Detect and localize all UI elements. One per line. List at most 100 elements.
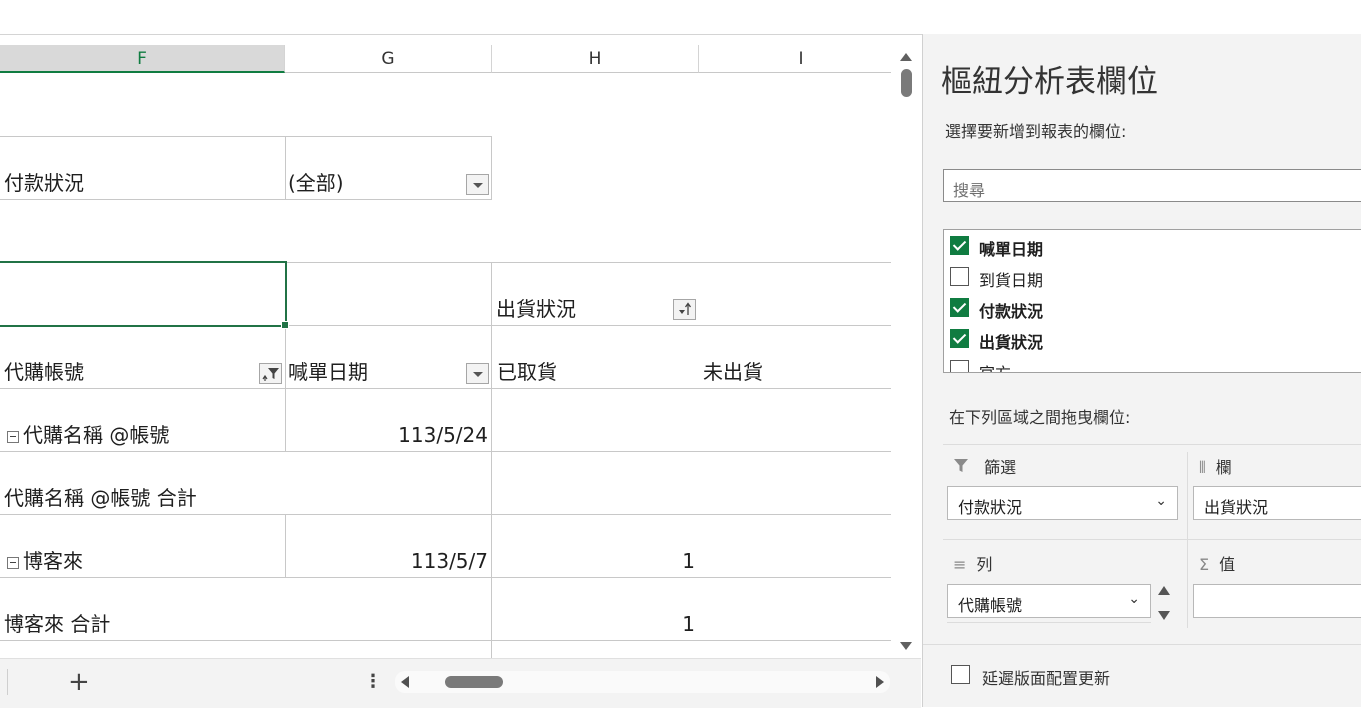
pivot-field-pane: 樞紐分析表欄位 ⌄ 選擇要新增到報表的欄位: 搜尋 喊單日期 到貨日期 付款狀況… (922, 34, 1361, 707)
field-label: 官方 (979, 360, 1011, 372)
filter-icon (262, 368, 279, 381)
subtotal-label: 代購名稱 @帳號 合計 (4, 486, 197, 510)
rows-area-label: 列 (976, 555, 993, 574)
search-placeholder: 搜尋 (953, 181, 986, 200)
table-row-date[interactable]: 113/5/24 (285, 388, 492, 451)
scroll-right-arrow-icon[interactable] (876, 676, 884, 688)
divider (923, 644, 1361, 645)
sort-filter-button[interactable] (673, 299, 696, 320)
table-row-label[interactable]: 代購名稱 @帳號 (0, 388, 285, 451)
row-value: 1 (682, 549, 695, 573)
row-field-cell[interactable]: 代購帳號 (0, 325, 285, 388)
defer-checkbox[interactable] (951, 665, 970, 684)
active-cell[interactable] (0, 261, 287, 327)
date-field-cell[interactable]: 喊單日期 (285, 325, 492, 388)
date-dropdown-button[interactable] (466, 363, 489, 384)
column-header-h[interactable]: H (492, 45, 699, 73)
row-value: 1 (682, 612, 695, 636)
sheet-tab-bar: + ⋮ (0, 658, 921, 708)
area-scroll-down-icon[interactable] (1158, 611, 1170, 620)
filter-label-cell[interactable]: 付款狀況 (0, 136, 285, 199)
gridline (0, 199, 492, 200)
ribbon-area (0, 0, 1361, 35)
add-sheet-button[interactable]: + (68, 667, 90, 697)
rows-area-header: ≡ 列 (953, 551, 992, 575)
field-list[interactable]: 喊單日期 到貨日期 付款狀況 出貨狀況 官方 (943, 229, 1361, 373)
chevron-down-icon (473, 372, 483, 377)
values-area-field[interactable] (1193, 584, 1361, 618)
field-label: 出貨狀況 (979, 333, 1044, 352)
more-options-icon[interactable]: ⋮ (364, 671, 382, 692)
collapse-icon[interactable] (7, 431, 19, 443)
scroll-down-arrow-icon[interactable] (900, 642, 912, 650)
scroll-left-arrow-icon[interactable] (401, 676, 409, 688)
filter-value-cell[interactable]: (全部) (285, 136, 492, 199)
filters-field-value: 付款狀況 (958, 498, 1023, 517)
table-row-subtotal[interactable]: 博客來 合計 (0, 577, 491, 640)
col-value-label: 未出貨 (703, 360, 763, 384)
scroll-up-arrow-icon[interactable] (900, 53, 912, 61)
divider (943, 444, 1361, 445)
col-value-cell-picked[interactable]: 已取貨 (492, 325, 699, 388)
date-field-label: 喊單日期 (288, 360, 368, 384)
column-header-i[interactable]: I (699, 45, 891, 73)
subtotal-label: 博客來 合計 (4, 612, 111, 636)
collapse-icon[interactable] (7, 557, 19, 569)
rows-area-field[interactable]: 代購帳號 ⌄ (947, 584, 1151, 618)
col-value-cell-pending[interactable]: 未出貨 (699, 325, 891, 388)
area-scroll-up-icon[interactable] (1158, 586, 1170, 595)
columns-area-field[interactable]: 出貨狀況 (1193, 486, 1361, 520)
columns-field-value: 出貨狀況 (1204, 498, 1269, 517)
row-field-label: 代購帳號 (4, 360, 84, 384)
field-search-input[interactable]: 搜尋 (943, 169, 1361, 202)
drag-hint: 在下列區域之間拖曳欄位: (949, 408, 1131, 427)
checkbox-unchecked[interactable] (950, 360, 969, 372)
columns-area-label: 欄 (1215, 458, 1232, 477)
field-label: 到貨日期 (979, 271, 1044, 290)
divider (7, 669, 8, 695)
vertical-scrollbar[interactable] (891, 45, 921, 658)
filters-area-field[interactable]: 付款狀況 ⌄ (947, 486, 1178, 520)
checkbox-checked[interactable] (950, 298, 969, 317)
spreadsheet-grid: F G H I 付款狀況 (全部) 出貨狀況 代購帳號 喊單日期 已取貨 未出貨… (0, 45, 891, 658)
column-header-g[interactable]: G (285, 45, 492, 73)
filters-area-label: 篩選 (984, 458, 1017, 477)
values-area-header: Σ值 (1199, 551, 1235, 575)
pane-options-chevron-icon[interactable]: ⌄ (1357, 66, 1361, 90)
scrollbar-thumb[interactable] (901, 69, 912, 97)
field-label: 付款狀況 (979, 302, 1044, 321)
pane-title: 樞紐分析表欄位 (941, 64, 1158, 100)
table-row-value[interactable]: 1 (492, 577, 699, 640)
checkbox-checked[interactable] (950, 236, 969, 255)
field-label: 喊單日期 (979, 240, 1044, 259)
filter-label: 付款狀況 (4, 171, 84, 195)
chevron-down-icon[interactable]: ⌄ (1155, 493, 1167, 509)
columns-area-header: ⫴ 欄 (1199, 454, 1232, 478)
sigma-icon: Σ (1199, 555, 1210, 574)
table-row-label[interactable]: 博客來 (0, 514, 285, 577)
divider (1187, 452, 1188, 628)
gridline (0, 640, 891, 641)
defer-label: 延遲版面配置更新 (982, 669, 1111, 688)
chevron-down-icon (473, 183, 483, 188)
row-filter-button[interactable] (259, 363, 282, 384)
checkbox-unchecked[interactable] (950, 267, 969, 286)
horizontal-scrollbar[interactable] (395, 671, 890, 693)
scrollbar-thumb[interactable] (445, 676, 503, 688)
table-row-value[interactable]: 1 (492, 514, 699, 577)
column-header-f[interactable]: F (0, 45, 285, 73)
values-area-label: 值 (1219, 555, 1236, 574)
columns-icon: ⫴ (1199, 458, 1206, 477)
table-row-subtotal[interactable]: 代購名稱 @帳號 合計 (0, 451, 491, 514)
filter-dropdown-button[interactable] (466, 174, 489, 195)
row-date: 113/5/24 (398, 423, 488, 447)
filter-icon (953, 458, 974, 477)
rows-icon: ≡ (953, 555, 967, 574)
checkbox-checked[interactable] (950, 329, 969, 348)
chevron-down-icon[interactable]: ⌄ (1128, 591, 1140, 607)
pane-subtitle: 選擇要新增到報表的欄位: (945, 122, 1127, 141)
table-row-date[interactable]: 113/5/7 (285, 514, 492, 577)
filters-area-header: 篩選 (953, 454, 1016, 478)
divider (947, 622, 1151, 623)
column-field-cell[interactable]: 出貨狀況 (492, 262, 699, 325)
